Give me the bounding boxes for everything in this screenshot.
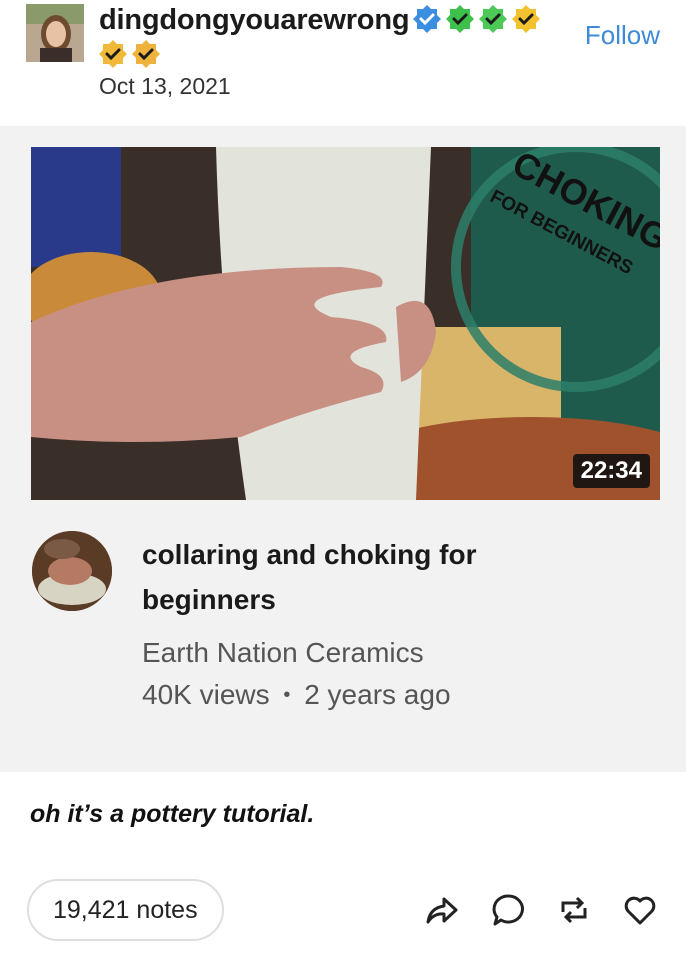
share-icon[interactable] <box>424 892 460 928</box>
notes-count-button[interactable]: 19,421 notes <box>27 879 224 941</box>
channel-name[interactable]: Earth Nation Ceramics <box>142 637 424 669</box>
username[interactable]: dingdongyouarewrong <box>99 4 410 37</box>
video-thumbnail[interactable]: CHOKING FOR BEGINNERS 22:34 <box>31 147 660 500</box>
user-avatar[interactable] <box>26 4 84 62</box>
badge-row-2 <box>98 39 161 69</box>
video-title[interactable]: collaring and choking for beginners <box>142 532 562 622</box>
video-meta: 40K views • 2 years ago <box>142 679 451 711</box>
badge-row-1 <box>412 4 541 34</box>
yellow-check-badge-icon <box>512 5 540 33</box>
meta-separator: • <box>283 684 291 706</box>
like-icon[interactable] <box>622 892 658 928</box>
channel-avatar[interactable] <box>32 531 112 611</box>
reblog-icon[interactable] <box>556 892 592 928</box>
post-actions <box>424 892 658 928</box>
yellow-check-badge-icon <box>132 40 160 68</box>
reply-icon[interactable] <box>490 892 526 928</box>
video-embed-card[interactable]: CHOKING FOR BEGINNERS 22:34 collaring an… <box>0 126 686 772</box>
yellow-check-badge-icon <box>99 40 127 68</box>
video-duration: 22:34 <box>572 454 650 488</box>
follow-button[interactable]: Follow <box>585 20 660 51</box>
view-count: 40K views <box>142 679 270 710</box>
green-check-badge-icon <box>446 5 474 33</box>
blue-check-badge-icon <box>413 5 441 33</box>
post-date: Oct 13, 2021 <box>99 73 231 99</box>
green-check-badge-icon <box>479 5 507 33</box>
video-age: 2 years ago <box>304 679 451 710</box>
post-caption: oh it’s a pottery tutorial. <box>30 800 315 828</box>
post-header: dingdongyouarewrong Oct 13, 2021 Follow <box>0 0 686 125</box>
